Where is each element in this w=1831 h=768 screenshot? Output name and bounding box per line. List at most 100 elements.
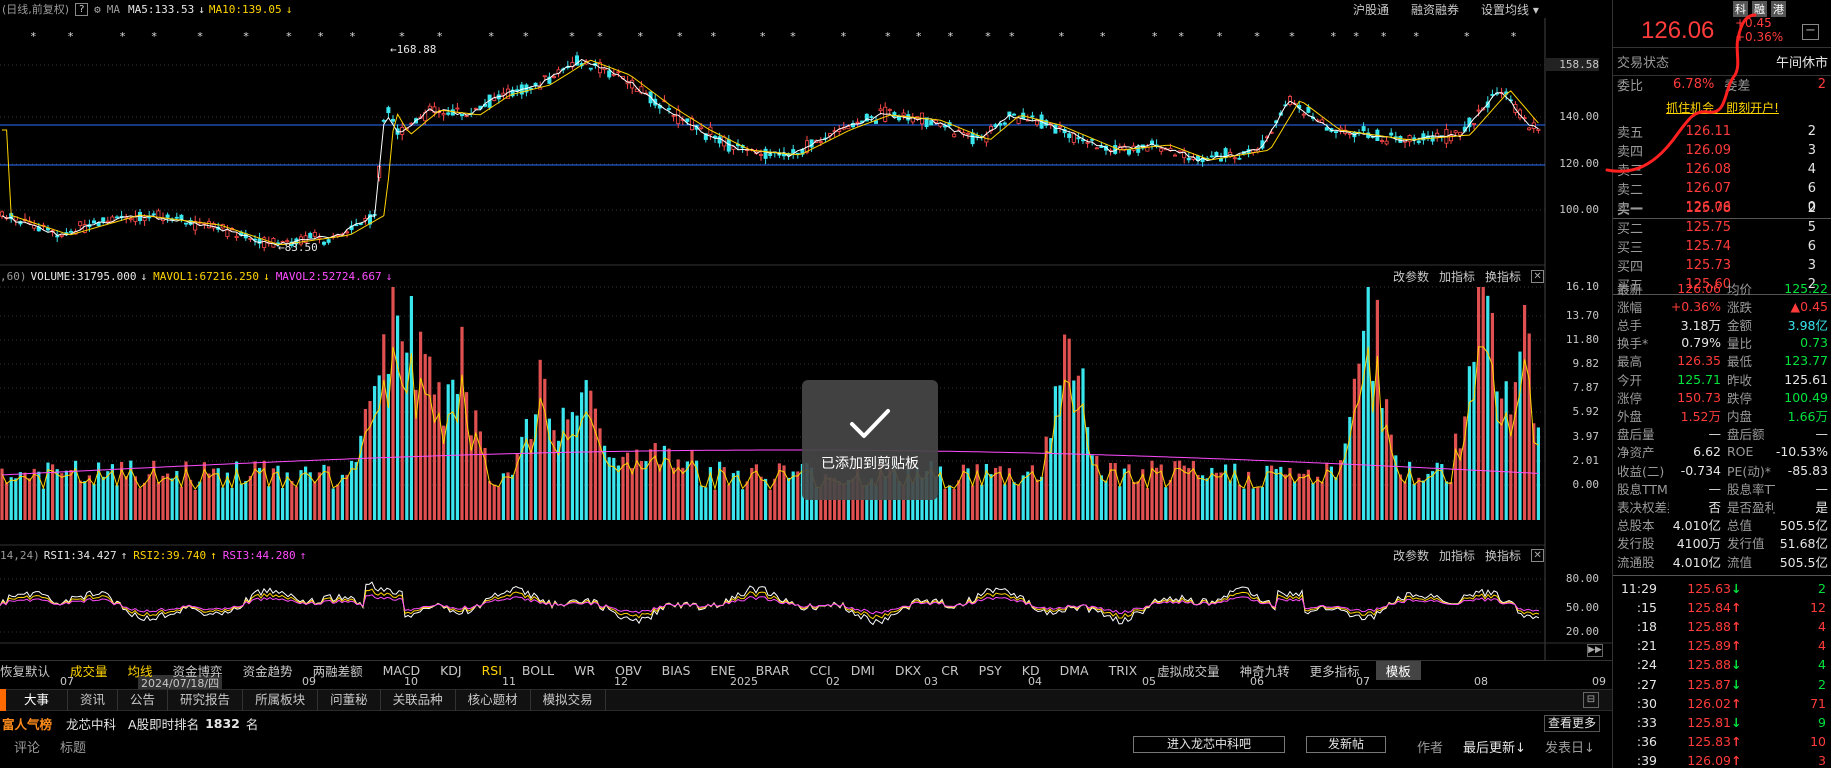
- indicator-tab[interactable]: 成交量: [60, 661, 118, 680]
- change-params-button[interactable]: 改参数: [1393, 268, 1429, 285]
- see-more-button[interactable]: 查看更多: [1544, 715, 1601, 732]
- volume-axis-label: 0.00: [1572, 478, 1600, 491]
- stat-row: 涨幅 +0.36% 涨跌 ▲0.45: [1613, 297, 1831, 315]
- indicator-tab[interactable]: CCI: [800, 663, 841, 678]
- candle: [929, 120, 934, 126]
- indicator-tab[interactable]: BOLL: [512, 663, 564, 678]
- volume-axis-label: 3.97: [1572, 430, 1600, 443]
- info-tab[interactable]: 关联品种: [381, 689, 456, 711]
- candle: [92, 220, 97, 224]
- volume-bar: [1168, 479, 1172, 520]
- indicator-tab[interactable]: KD: [1012, 663, 1050, 678]
- indicator-tab[interactable]: 更多指标: [1300, 661, 1370, 680]
- volume-bar: [363, 409, 367, 520]
- chart-area[interactable]: (日线,前复权) ? ⚙ MA MA5:133.53 ↓ MA10:139.05…: [0, 0, 1612, 768]
- info-tab[interactable]: 资讯: [68, 689, 119, 711]
- candle: [78, 221, 83, 226]
- volume-bar: [759, 476, 763, 520]
- tick-direction-icon: ↓: [1731, 676, 1742, 692]
- indicator-tab[interactable]: 两融差额: [303, 661, 373, 680]
- candle: [699, 126, 704, 129]
- indicator-tab[interactable]: 恢复默认: [0, 661, 60, 680]
- col-post-time[interactable]: 发表日↓: [1545, 737, 1595, 756]
- candle: [473, 107, 478, 110]
- indicator-tab[interactable]: OBV: [605, 663, 652, 678]
- indicator-tab[interactable]: PSY: [969, 663, 1012, 678]
- volume-axis-label: 16.10: [1565, 280, 1599, 293]
- indicator-tab[interactable]: 虚拟成交量: [1147, 661, 1230, 680]
- info-tab[interactable]: 大事: [6, 689, 69, 711]
- change-params-button[interactable]: 改参数: [1393, 547, 1429, 564]
- volume-bar: [396, 315, 400, 520]
- info-tab[interactable]: 研究报告: [168, 689, 244, 711]
- event-star-icon: *: [243, 30, 250, 43]
- stat-value: 125.61: [1784, 371, 1828, 387]
- stat-label: 内盘: [1727, 408, 1753, 424]
- indicator-tab[interactable]: DMA: [1050, 663, 1099, 678]
- volume-bar: [276, 465, 280, 520]
- volume-bar: [524, 418, 528, 520]
- indicator-tab[interactable]: TRIX: [1099, 663, 1148, 678]
- stat-row: 表决权差异 否是否盈利 是: [1613, 497, 1831, 515]
- indicator-tab[interactable]: MACD: [373, 663, 430, 678]
- volume-bar: [212, 468, 216, 520]
- close-icon[interactable]: ✕: [1531, 549, 1545, 562]
- close-icon[interactable]: ✕: [1531, 270, 1545, 283]
- indicator-tab[interactable]: CR: [931, 663, 968, 678]
- event-star-icon: *: [197, 30, 204, 43]
- stat-label: 净资产: [1617, 445, 1655, 461]
- indicator-tab[interactable]: 模板: [1375, 661, 1421, 680]
- buy-row[interactable]: 买三 125.74 6: [1613, 237, 1831, 256]
- tick-price: 125.89: [1687, 638, 1731, 654]
- indicator-tab[interactable]: 资金趋势: [233, 661, 303, 680]
- volume-bar: [1274, 468, 1278, 520]
- info-tab[interactable]: 模拟交易: [531, 689, 606, 711]
- stat-label: 最新: [1617, 281, 1643, 297]
- new-post-button[interactable]: 发新帖: [1306, 736, 1386, 753]
- buy-row[interactable]: 买二 125.75 5: [1613, 218, 1831, 237]
- volume-bar: [437, 382, 441, 520]
- indicator-tab[interactable]: RSI: [472, 663, 512, 678]
- volume-bar: [391, 287, 395, 520]
- col-latest[interactable]: 最后更新↓: [1463, 737, 1526, 756]
- low-marker: ←83.50: [278, 241, 318, 254]
- info-tab[interactable]: 公告: [118, 689, 169, 711]
- indicator-tab[interactable]: 资金博弈: [163, 661, 233, 680]
- indicator-tab[interactable]: 神奇九转: [1230, 661, 1300, 680]
- buy-row[interactable]: 买一 125.78 2: [1613, 199, 1831, 218]
- volume-bar: [764, 478, 768, 520]
- switch-indicator-button[interactable]: 换指标: [1485, 268, 1521, 285]
- volume-bar: [304, 466, 308, 520]
- volume-bar: [1352, 378, 1356, 520]
- indicator-tab[interactable]: WR: [564, 663, 605, 678]
- candle: [321, 241, 326, 245]
- tick-time: :15: [1636, 599, 1657, 615]
- event-star-icon: *: [985, 30, 992, 43]
- candle: [1002, 122, 1007, 125]
- enter-forum-button[interactable]: 进入龙芯中科吧: [1133, 736, 1285, 753]
- indicator-tab[interactable]: 均线: [118, 661, 163, 680]
- volume-bar: [354, 462, 358, 520]
- indicator-tab[interactable]: DKX: [885, 663, 931, 678]
- info-tab[interactable]: 问董秘: [318, 689, 381, 711]
- buy-row[interactable]: 买四 125.73 3: [1613, 256, 1831, 275]
- stat-label: 盘后额: [1727, 427, 1765, 443]
- indicator-tab[interactable]: DMI: [841, 663, 885, 678]
- stat-value: 4.010亿: [1672, 554, 1721, 570]
- switch-indicator-button[interactable]: 换指标: [1485, 547, 1521, 564]
- add-indicator-button[interactable]: 加指标: [1439, 547, 1475, 564]
- tick-row: :39 126.09 ↑ 3: [1613, 752, 1831, 768]
- volume-bar: [198, 481, 202, 520]
- quote-panel: 科 融 港 126.06 +0.45 +0.36% − 交易状态 午间休市 委比…: [1605, 0, 1831, 768]
- collapse-icon[interactable]: ⊟: [1583, 692, 1599, 708]
- scroll-right-icon[interactable]: ▶▶: [1587, 644, 1603, 657]
- candle: [952, 133, 957, 138]
- info-tab[interactable]: 核心题材: [456, 689, 531, 711]
- info-tab[interactable]: 所属板块: [243, 689, 319, 711]
- indicator-tab[interactable]: BRAR: [746, 663, 800, 678]
- volume-bar: [41, 488, 45, 520]
- add-indicator-button[interactable]: 加指标: [1439, 268, 1475, 285]
- indicator-tab[interactable]: KDJ: [430, 663, 472, 678]
- indicator-tab[interactable]: BIAS: [652, 663, 701, 678]
- indicator-tab[interactable]: ENE: [700, 663, 745, 678]
